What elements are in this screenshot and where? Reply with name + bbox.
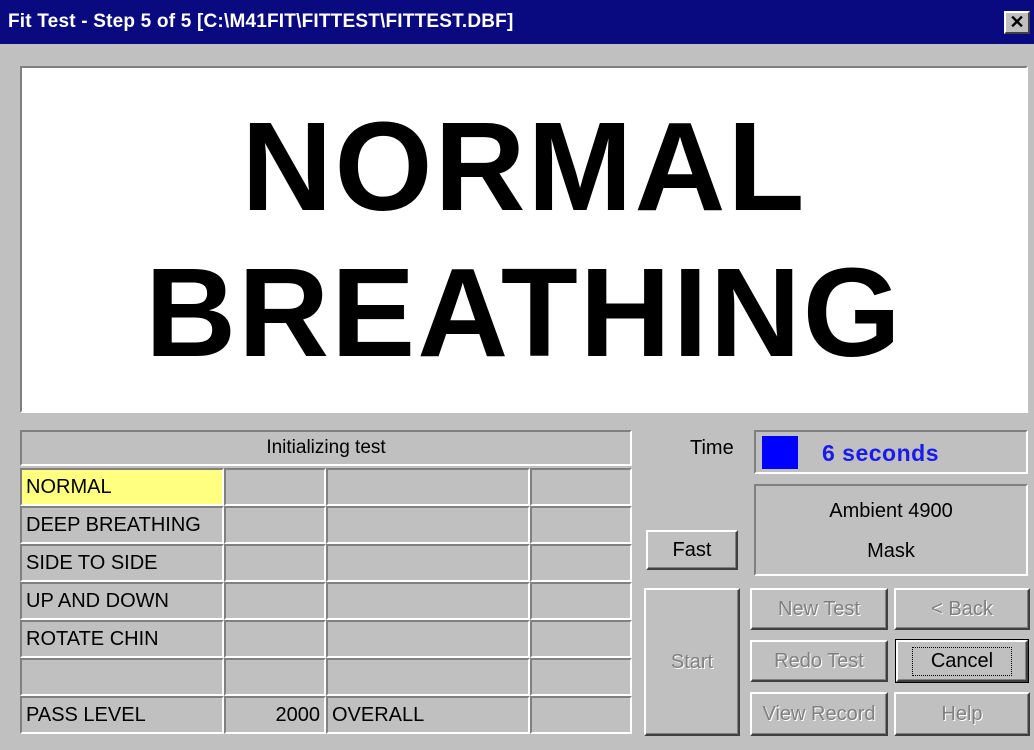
fit-test-window: Fit Test - Step 5 of 5 [C:\M41FIT\FITTES… — [0, 0, 1034, 750]
help-button[interactable]: Help — [894, 692, 1030, 736]
new-test-button-label: New Test — [778, 597, 860, 620]
start-button[interactable]: Start — [644, 588, 740, 736]
cancel-button[interactable]: Cancel — [895, 639, 1029, 683]
exercise-name-cell: ROTATE CHIN — [20, 620, 224, 658]
pass-level-value: 2000 — [224, 696, 326, 734]
close-icon[interactable]: ✕ — [1004, 11, 1030, 34]
result-cell — [326, 620, 530, 658]
fast-button-label: Fast — [672, 538, 712, 561]
instruction-display: NORMAL BREATHING — [20, 66, 1028, 413]
exercise-grid: Initializing test NORMAL DEEP BREATHING SI… — [20, 430, 632, 734]
result-cell — [224, 506, 326, 544]
result-cell — [326, 658, 530, 696]
result-cell — [530, 544, 632, 582]
title-bar[interactable]: Fit Test - Step 5 of 5 [C:\M41FIT\FITTES… — [0, 0, 1034, 44]
result-cell — [530, 620, 632, 658]
result-cell — [326, 468, 530, 506]
result-cell — [530, 582, 632, 620]
result-cell — [326, 582, 530, 620]
exercise-name-cell: DEEP BREATHING — [20, 506, 224, 544]
overall-value — [530, 696, 632, 734]
mask-label: Mask — [867, 540, 915, 562]
help-button-label: Help — [941, 702, 983, 725]
ambient-panel: Ambient 4900 Mask — [754, 484, 1028, 576]
result-cell — [224, 620, 326, 658]
instruction-line-1: NORMAL — [241, 95, 807, 237]
redo-test-button[interactable]: Redo Test — [750, 640, 888, 682]
instruction-line-2: BREATHING — [145, 241, 903, 383]
time-indicator — [762, 436, 798, 469]
result-cell — [530, 658, 632, 696]
view-record-button-label: View Record — [762, 702, 876, 725]
start-button-label: Start — [670, 650, 714, 673]
back-button[interactable]: < Back — [894, 588, 1030, 630]
redo-test-button-label: Redo Test — [774, 649, 864, 672]
result-cell — [326, 544, 530, 582]
time-display: 6 seconds — [754, 430, 1028, 474]
result-cell — [224, 658, 326, 696]
result-cell — [326, 506, 530, 544]
result-cell — [224, 582, 326, 620]
result-cell — [224, 544, 326, 582]
view-record-button[interactable]: View Record — [750, 692, 888, 736]
exercise-name-cell: UP AND DOWN — [20, 582, 224, 620]
exercise-name-cell: NORMAL — [20, 468, 224, 506]
result-cell — [224, 468, 326, 506]
exercise-name-cell: SIDE TO SIDE — [20, 544, 224, 582]
cancel-button-label: Cancel — [911, 646, 1013, 676]
back-button-label: < Back — [931, 597, 993, 620]
result-cell — [530, 506, 632, 544]
grid-header: Initializing test — [20, 430, 632, 466]
pass-level-label: PASS LEVEL — [20, 696, 224, 734]
exercise-name-cell — [20, 658, 224, 696]
fast-button[interactable]: Fast — [646, 530, 738, 570]
time-label: Time — [690, 437, 734, 459]
time-value: 6 seconds — [822, 440, 939, 466]
new-test-button[interactable]: New Test — [750, 588, 888, 630]
overall-label: OVERALL — [326, 696, 530, 734]
result-cell — [530, 468, 632, 506]
ambient-reading: Ambient 4900 — [829, 500, 953, 522]
window-title: Fit Test - Step 5 of 5 [C:\M41FIT\FITTES… — [8, 11, 514, 32]
